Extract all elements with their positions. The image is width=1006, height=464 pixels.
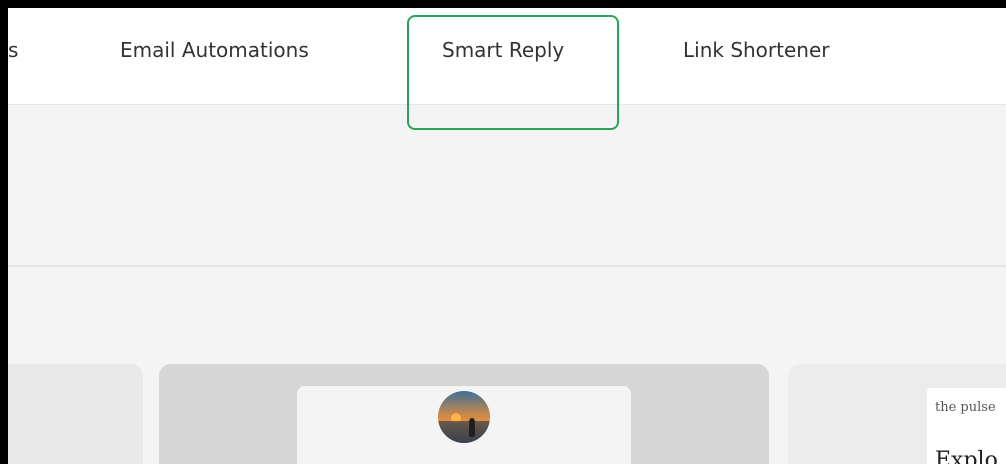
newsletter-preview: the pulse Explo	[927, 388, 1006, 464]
avatar-image	[438, 391, 490, 443]
app-window: s Email Automations Smart Reply Link Sho…	[8, 8, 1006, 464]
feature-card-left[interactable]	[8, 364, 143, 464]
nav-tab-smart-reply[interactable]: Smart Reply	[442, 38, 564, 62]
top-navigation: s Email Automations Smart Reply Link Sho…	[8, 8, 1006, 105]
section-divider	[8, 265, 1006, 267]
preview-title: Explo	[935, 448, 998, 464]
nav-tab-email-automations[interactable]: Email Automations	[120, 38, 309, 62]
nav-tab-link-shortener[interactable]: Link Shortener	[683, 38, 830, 62]
avatar	[438, 391, 490, 443]
nav-tab-partial[interactable]: s	[8, 38, 18, 62]
preview-kicker: the pulse	[935, 400, 996, 415]
